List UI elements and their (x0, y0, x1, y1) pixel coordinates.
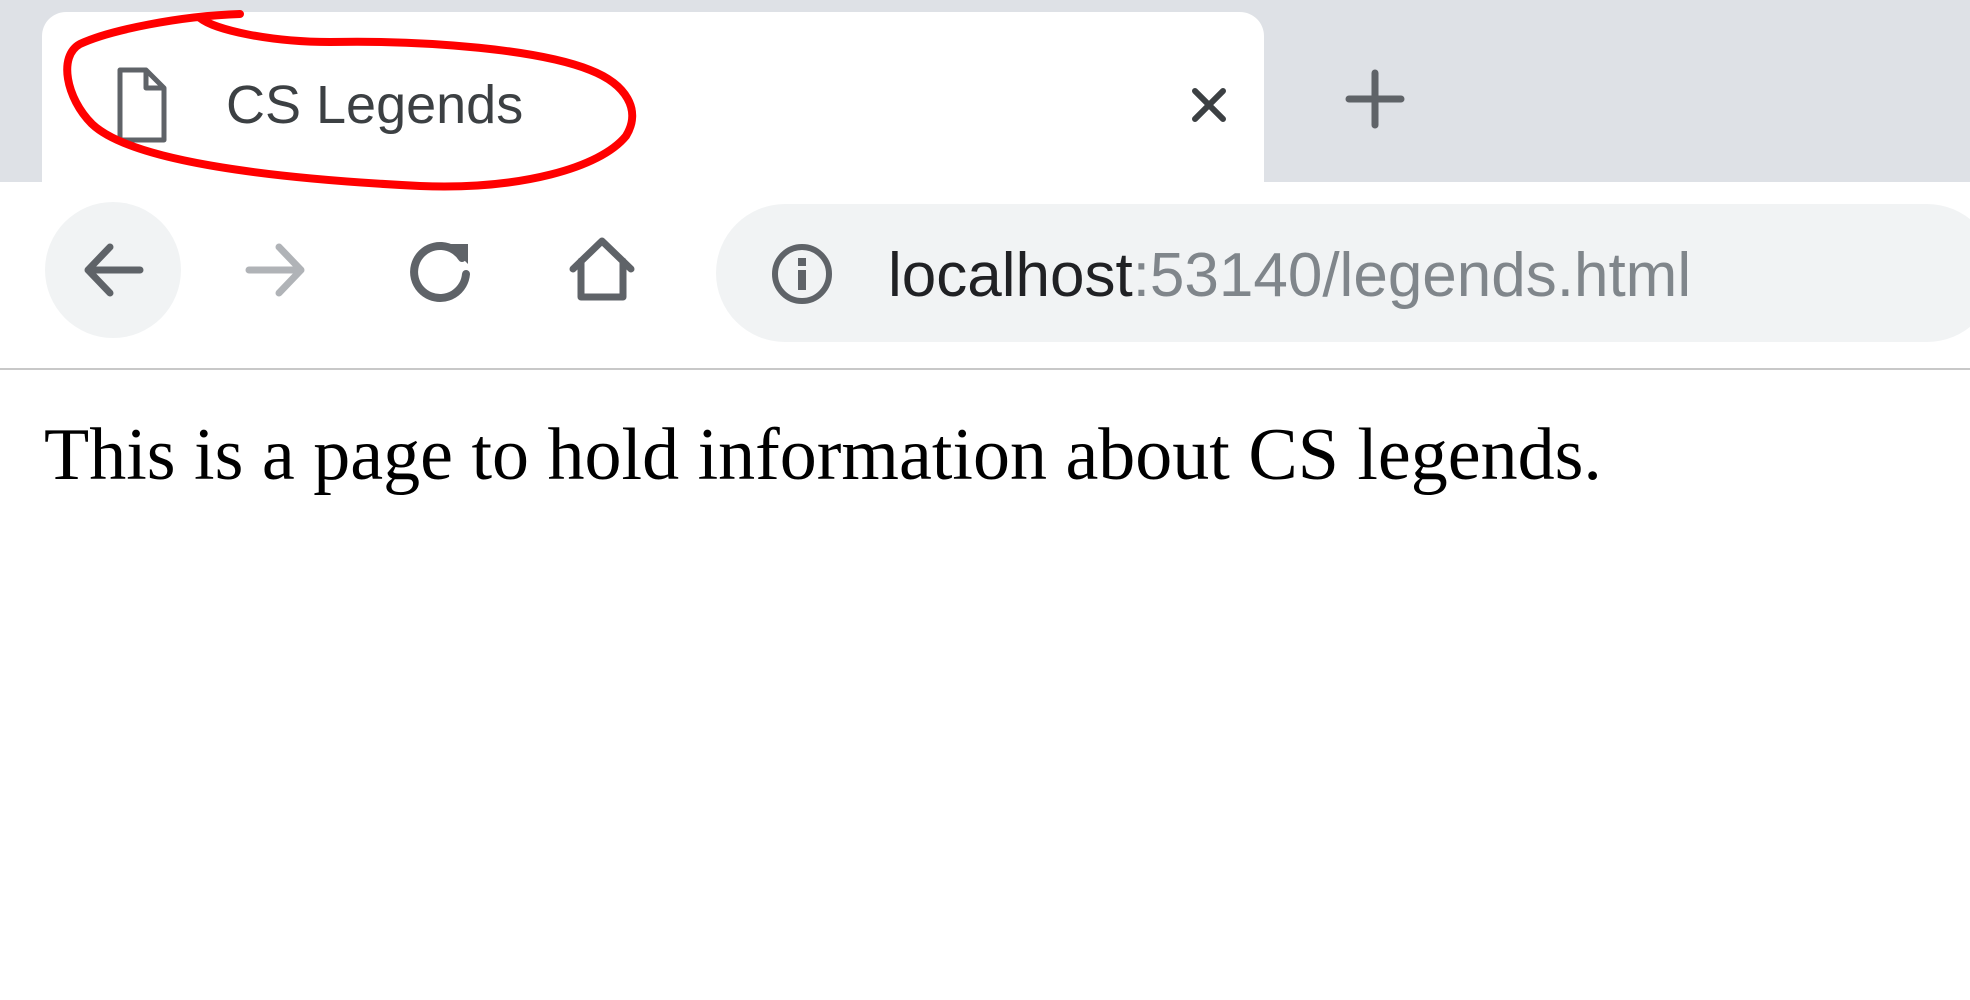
url-text[interactable]: localhost:53140/legends.html (888, 240, 1691, 312)
back-button[interactable] (45, 202, 181, 338)
tab-title: CS Legends (226, 75, 524, 135)
page-text: This is a page to hold information about… (44, 414, 1602, 496)
new-tab-button[interactable] (1336, 60, 1414, 138)
close-icon[interactable] (1178, 74, 1240, 136)
home-icon (569, 237, 635, 301)
arrow-left-icon (84, 243, 144, 297)
info-icon[interactable] (770, 242, 834, 306)
forward-button[interactable] (208, 202, 344, 338)
arrow-right-icon (245, 243, 305, 297)
reload-icon (410, 242, 470, 302)
reload-button[interactable] (372, 202, 508, 338)
plus-icon (1345, 69, 1405, 129)
tab-strip: CS Legends (0, 0, 1970, 182)
browser-toolbar: localhost:53140/legends.html (0, 182, 1970, 370)
url-path: :53140/legends.html (1132, 241, 1692, 310)
home-button[interactable] (534, 202, 670, 338)
document-icon (116, 60, 168, 144)
address-bar[interactable]: localhost:53140/legends.html (716, 204, 1970, 342)
active-tab[interactable]: CS Legends (42, 12, 1264, 182)
url-host: localhost (888, 241, 1133, 310)
